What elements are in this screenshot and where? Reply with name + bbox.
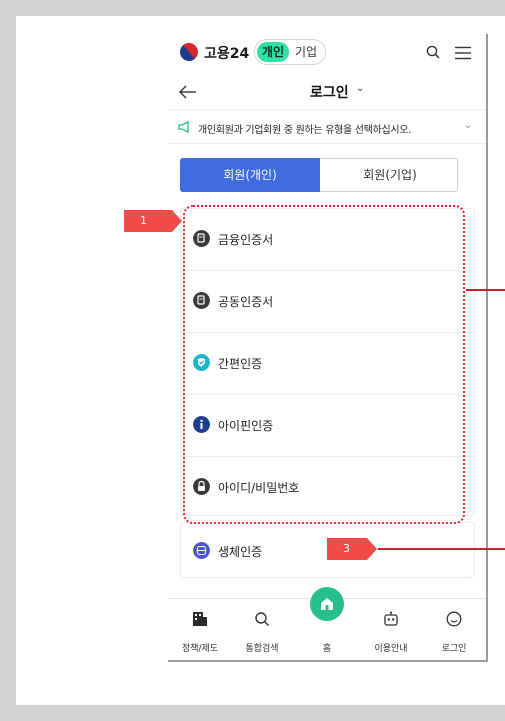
nav-login[interactable]: 로그인 bbox=[422, 599, 486, 661]
annotation-leader-line bbox=[466, 289, 505, 291]
page-title[interactable]: 로그인 bbox=[310, 82, 349, 102]
nav-search[interactable]: 통합검색 bbox=[230, 599, 294, 661]
bottom-navigation: 정책/제도 통합검색 홈 이용안내 로그인 bbox=[168, 587, 486, 661]
mode-personal[interactable]: 개인 bbox=[257, 42, 289, 62]
nav-policy[interactable]: 정책/제도 bbox=[168, 599, 232, 661]
tab-business[interactable]: 회원(기업) bbox=[320, 158, 460, 192]
search-icon bbox=[255, 612, 269, 626]
member-type-tabs: 회원(개인) 회원(기업) bbox=[180, 158, 458, 192]
megaphone-icon bbox=[178, 121, 189, 133]
chevron-down-icon[interactable]: ⌄ bbox=[464, 120, 472, 131]
nav-guide[interactable]: 이용안내 bbox=[359, 599, 423, 661]
annotation-leader-line bbox=[378, 548, 505, 550]
menu-icon[interactable] bbox=[454, 46, 472, 60]
nav-label: 홈 bbox=[322, 644, 332, 654]
building-icon bbox=[193, 612, 207, 626]
user-type-switch[interactable]: 개인 기업 bbox=[254, 39, 326, 65]
back-arrow-icon[interactable] bbox=[178, 83, 198, 101]
mode-business[interactable]: 기업 bbox=[295, 43, 317, 60]
tab-personal[interactable]: 회원(개인) bbox=[180, 158, 320, 192]
page-header: 로그인 ⌄ bbox=[168, 74, 486, 110]
logo-icon bbox=[176, 39, 202, 65]
notice-text: 개인회원과 기업회원 중 원하는 유형을 선택하십시오. bbox=[198, 125, 412, 136]
top-bar: 고용24 개인 기업 bbox=[168, 34, 486, 74]
nav-label: 로그인 bbox=[441, 644, 467, 654]
annotation-marker-1: 1 bbox=[124, 210, 182, 232]
biometric-icon bbox=[193, 542, 210, 559]
brand-name: 고용24 bbox=[204, 46, 250, 62]
nav-label: 이용안내 bbox=[374, 644, 408, 654]
highlight-login-methods bbox=[183, 205, 465, 524]
notice-bar[interactable]: 개인회원과 기업회원 중 원하는 유형을 선택하십시오. ⌄ bbox=[168, 110, 486, 144]
robot-icon bbox=[384, 611, 398, 626]
annotation-marker-3: 3 bbox=[327, 538, 377, 560]
search-icon[interactable] bbox=[426, 45, 440, 59]
nav-label: 통합검색 bbox=[245, 644, 279, 654]
login-method-label: 생체인증 bbox=[218, 545, 263, 559]
nav-label: 정책/제도 bbox=[181, 644, 219, 654]
chevron-down-icon[interactable]: ⌄ bbox=[356, 83, 364, 94]
nav-home[interactable]: 홈 bbox=[295, 587, 359, 661]
home-icon bbox=[310, 587, 344, 621]
smile-icon bbox=[446, 611, 462, 627]
